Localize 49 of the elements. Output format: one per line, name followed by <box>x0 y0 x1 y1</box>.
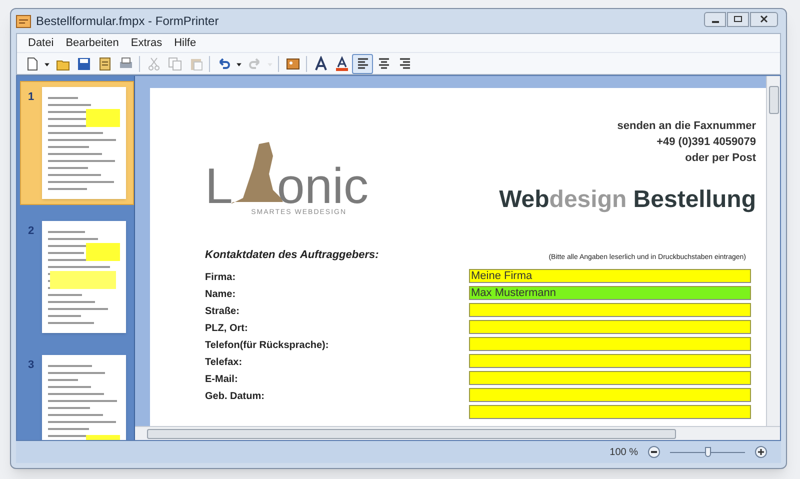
form-heading: design <box>549 186 627 214</box>
menu-item[interactable]: Extras <box>126 34 168 52</box>
field-label: Name: <box>205 288 236 302</box>
page-number: 3 <box>28 358 34 373</box>
logo-letter: L <box>205 164 233 208</box>
input-field[interactable] <box>469 303 751 317</box>
close-button[interactable] <box>750 12 778 26</box>
field-label: E-Mail: <box>205 373 238 387</box>
section-title: Kontaktdaten des Auftraggebers: <box>205 248 379 262</box>
app-icon <box>16 14 31 28</box>
form-heading: Bestellung <box>632 186 756 214</box>
plus-icon <box>758 449 764 455</box>
fax-note: oder per Post <box>685 151 756 166</box>
fax-note: +49 (0)391 4059079 <box>656 135 756 150</box>
input-field[interactable] <box>469 371 751 385</box>
horizontal-scrollbar[interactable] <box>135 426 780 440</box>
zoom-out-button[interactable] <box>648 446 660 458</box>
slider-thumb[interactable] <box>704 447 710 457</box>
maximize-button[interactable] <box>727 12 749 26</box>
field-label: Firma: <box>205 271 236 285</box>
window-title: Bestellformular.fmpx - FormPrinter <box>36 13 220 30</box>
input-field[interactable] <box>469 320 751 334</box>
logo-text: onic <box>276 164 369 208</box>
input-field[interactable]: Meine Firma <box>469 269 751 283</box>
page-number: 1 <box>28 90 34 105</box>
fax-note: senden an die Faxnummer <box>617 119 756 134</box>
input-field[interactable] <box>469 388 751 402</box>
input-field[interactable] <box>469 354 751 368</box>
minimize-button[interactable] <box>704 12 726 26</box>
page-thumbnail[interactable]: 1 <box>20 81 134 205</box>
form-heading: Web <box>499 186 550 214</box>
field-label: Straße: <box>205 305 240 319</box>
zoom-in-button[interactable] <box>755 446 767 458</box>
field-label: PLZ, Ort: <box>205 322 248 336</box>
close-icon <box>760 15 768 23</box>
align-left-icon[interactable] <box>352 54 373 74</box>
input-field[interactable] <box>469 337 751 351</box>
field-label: Telefon(für Rücksprache): <box>205 339 329 353</box>
input-field[interactable] <box>469 405 751 419</box>
menu-item[interactable]: Datei <box>23 34 59 52</box>
menu-item[interactable]: Hilfe <box>169 34 202 52</box>
page-number: 2 <box>28 224 34 239</box>
input-field[interactable]: Max Mustermann <box>469 286 751 300</box>
field-label: Telefax: <box>205 356 242 370</box>
zoom-slider[interactable] <box>670 446 745 458</box>
vertical-scrollbar[interactable] <box>766 76 780 426</box>
menu-item[interactable]: Bearbeiten <box>60 34 124 52</box>
field-label: Geb. Datum: <box>205 390 264 404</box>
zoom-level: 100 % <box>610 446 638 460</box>
